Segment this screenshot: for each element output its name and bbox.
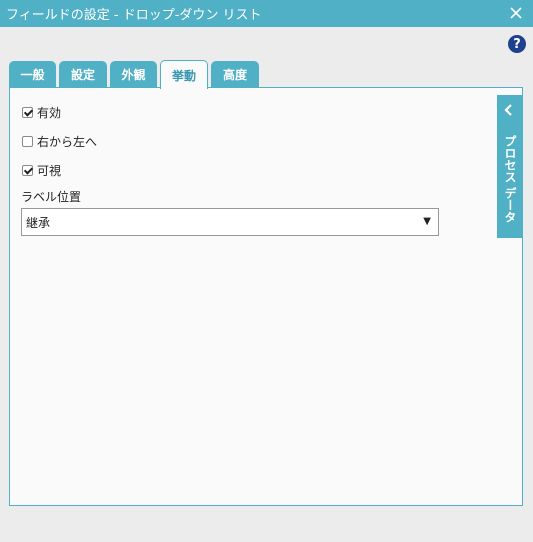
process-data-label: プロセス データ: [503, 135, 517, 224]
visible-label: 可視: [37, 163, 62, 178]
behavior-panel: 有効 右から左へ 可視 ラベル位置 継承 ▼ プロセス データ: [9, 87, 523, 506]
title-bar: フィールドの設定 - ドロップ-ダウン リスト: [0, 0, 533, 27]
label-position-select[interactable]: 継承 ▼: [21, 208, 439, 236]
tab-settings[interactable]: 設定: [59, 61, 107, 88]
window-title: フィールドの設定 - ドロップ-ダウン リスト: [6, 8, 262, 23]
visible-row: 可視: [22, 162, 61, 178]
enabled-checkbox[interactable]: [22, 106, 33, 118]
rtl-row: 右から左へ: [22, 133, 97, 149]
visible-checkbox[interactable]: [22, 164, 33, 176]
dropdown-arrow-icon: ▼: [423, 216, 431, 227]
enabled-row: 有効: [22, 104, 61, 120]
help-icon[interactable]: ?: [508, 35, 526, 53]
tab-appearance[interactable]: 外観: [110, 61, 157, 88]
tab-advanced[interactable]: 高度: [211, 61, 259, 88]
close-icon[interactable]: [508, 5, 524, 21]
chevron-left-icon: [504, 104, 514, 116]
tab-general[interactable]: 一般: [9, 61, 56, 88]
label-position-value: 継承: [26, 215, 51, 230]
rtl-label: 右から左へ: [37, 134, 98, 149]
process-data-tab[interactable]: プロセス データ: [497, 95, 522, 238]
enabled-label: 有効: [37, 105, 62, 120]
tab-behavior[interactable]: 挙動: [160, 60, 208, 89]
help-glyph: ?: [513, 36, 521, 52]
rtl-checkbox[interactable]: [22, 135, 33, 147]
label-position-label: ラベル位置: [21, 190, 82, 204]
